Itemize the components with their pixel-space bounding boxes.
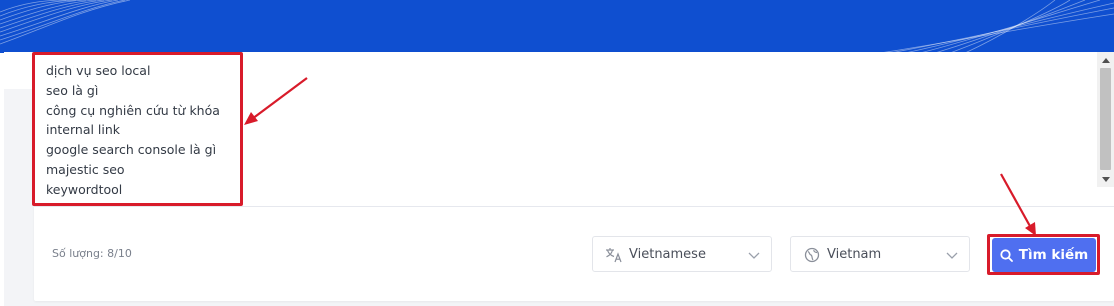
scroll-up-arrow-icon[interactable] (1097, 52, 1114, 68)
language-select-value: Vietnamese (629, 247, 706, 262)
panel-left-strip (4, 52, 34, 89)
keywords-highlight-box (32, 52, 243, 206)
textarea-scrollbar[interactable] (1097, 52, 1114, 187)
scroll-thumb[interactable] (1100, 68, 1111, 170)
chevron-down-icon (748, 252, 760, 259)
hero-banner (0, 0, 1114, 53)
hero-wave-decoration (0, 0, 1114, 53)
language-select[interactable]: Vietnamese (592, 236, 772, 272)
country-select-value: Vietnam (827, 247, 882, 262)
translate-icon (605, 246, 623, 264)
scroll-down-arrow-icon[interactable] (1097, 171, 1114, 187)
button-highlight-box (987, 234, 1100, 275)
keyword-count-label: Số lượng: 8/10 (52, 247, 132, 260)
country-select[interactable]: Vietnam (790, 236, 970, 272)
chevron-down-icon (946, 252, 958, 259)
globe-icon (803, 246, 821, 264)
